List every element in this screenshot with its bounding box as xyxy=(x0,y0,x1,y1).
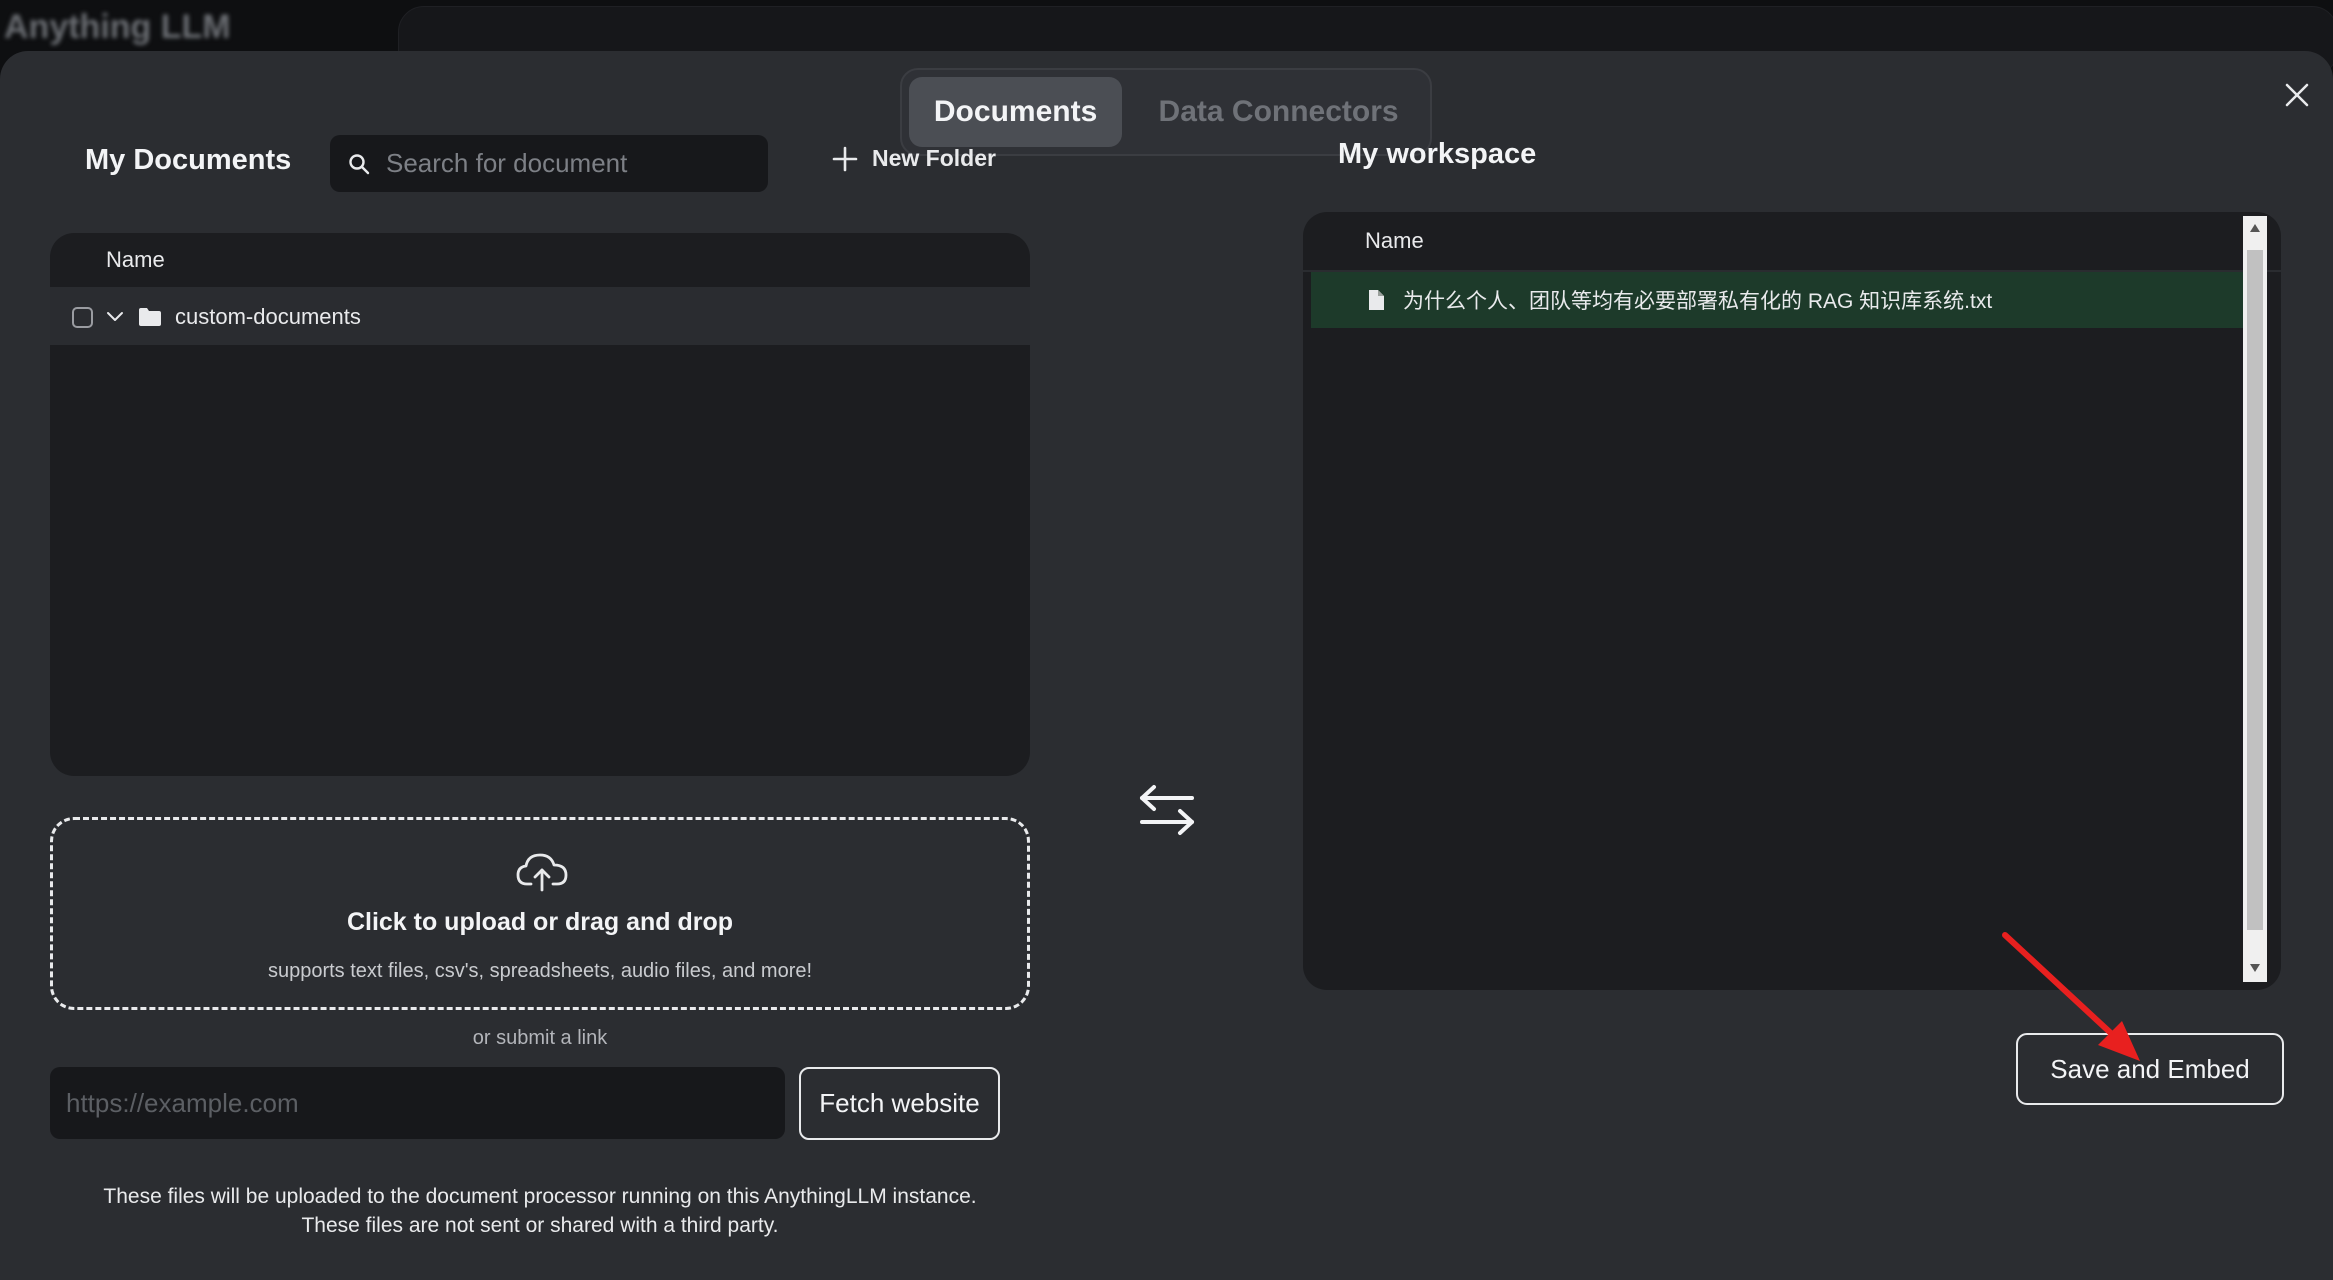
red-arrow-annotation xyxy=(2002,932,2140,1061)
file-icon xyxy=(1369,290,1384,310)
privacy-note-line-2: These files are not sent or shared with … xyxy=(301,1214,779,1237)
upload-subtitle: supports text files, csv's, spreadsheets… xyxy=(267,960,813,982)
folder-row[interactable]: custom-documents xyxy=(50,289,1030,345)
workspace-column-header: Name xyxy=(1303,212,2281,272)
documents-column-header: Name xyxy=(50,233,1030,289)
workspace-scrollbar[interactable] xyxy=(2243,216,2267,982)
folder-name: custom-documents xyxy=(175,304,361,329)
document-search-box xyxy=(330,135,768,192)
workspace-file-row[interactable]: 为什么个人、团队等均有必要部署私有化的 RAG 知识库系统.txt xyxy=(1311,272,2251,328)
app-logo: Anything LLM xyxy=(4,8,231,46)
my-workspace-title: My workspace xyxy=(1338,138,1537,170)
scroll-up-arrow-icon[interactable] xyxy=(2249,222,2261,234)
workspace-file-name: 为什么个人、团队等均有必要部署私有化的 RAG 知识库系统.txt xyxy=(1403,290,1993,313)
plus-icon xyxy=(832,146,858,171)
scroll-down-arrow-icon[interactable] xyxy=(2249,962,2261,974)
new-folder-button[interactable]: New Folder xyxy=(832,145,996,172)
folder-checkbox[interactable] xyxy=(72,306,93,328)
privacy-note-line-1: These files will be uploaded to the docu… xyxy=(103,1185,977,1208)
cloud-upload-icon xyxy=(516,853,568,892)
folder-icon xyxy=(139,308,161,326)
name-column-label: Name xyxy=(1365,228,1424,253)
my-documents-title: My Documents xyxy=(85,144,292,176)
fetch-website-button[interactable]: Fetch website xyxy=(799,1067,1000,1140)
upload-title: Click to upload or drag and drop xyxy=(346,908,734,936)
tab-documents[interactable]: Documents xyxy=(909,77,1123,147)
chevron-down-icon[interactable] xyxy=(105,310,125,324)
tab-data-connectors[interactable]: Data Connectors xyxy=(1134,77,1423,147)
new-folder-label: New Folder xyxy=(872,145,996,171)
swap-arrows-icon[interactable] xyxy=(1138,784,1196,836)
or-submit-link-label: or submit a link xyxy=(472,1027,608,1049)
upload-dropzone[interactable]: Click to upload or drag and drop support… xyxy=(50,817,1030,1010)
document-search-input[interactable] xyxy=(386,148,746,179)
workspace-panel: Name 为什么个人、团队等均有必要部署私有化的 RAG 知识库系统.txt xyxy=(1303,212,2281,990)
document-manager-modal: Documents Data Connectors My Documents N… xyxy=(0,51,2333,1280)
name-column-label: Name xyxy=(106,247,165,272)
upload-privacy-note: These files will be uploaded to the docu… xyxy=(0,1182,1080,1240)
documents-panel: Name custom-documents xyxy=(50,233,1030,776)
search-icon xyxy=(349,153,370,174)
close-icon[interactable] xyxy=(2281,79,2313,111)
scrollbar-thumb[interactable] xyxy=(2247,250,2263,930)
url-input[interactable] xyxy=(50,1067,785,1139)
